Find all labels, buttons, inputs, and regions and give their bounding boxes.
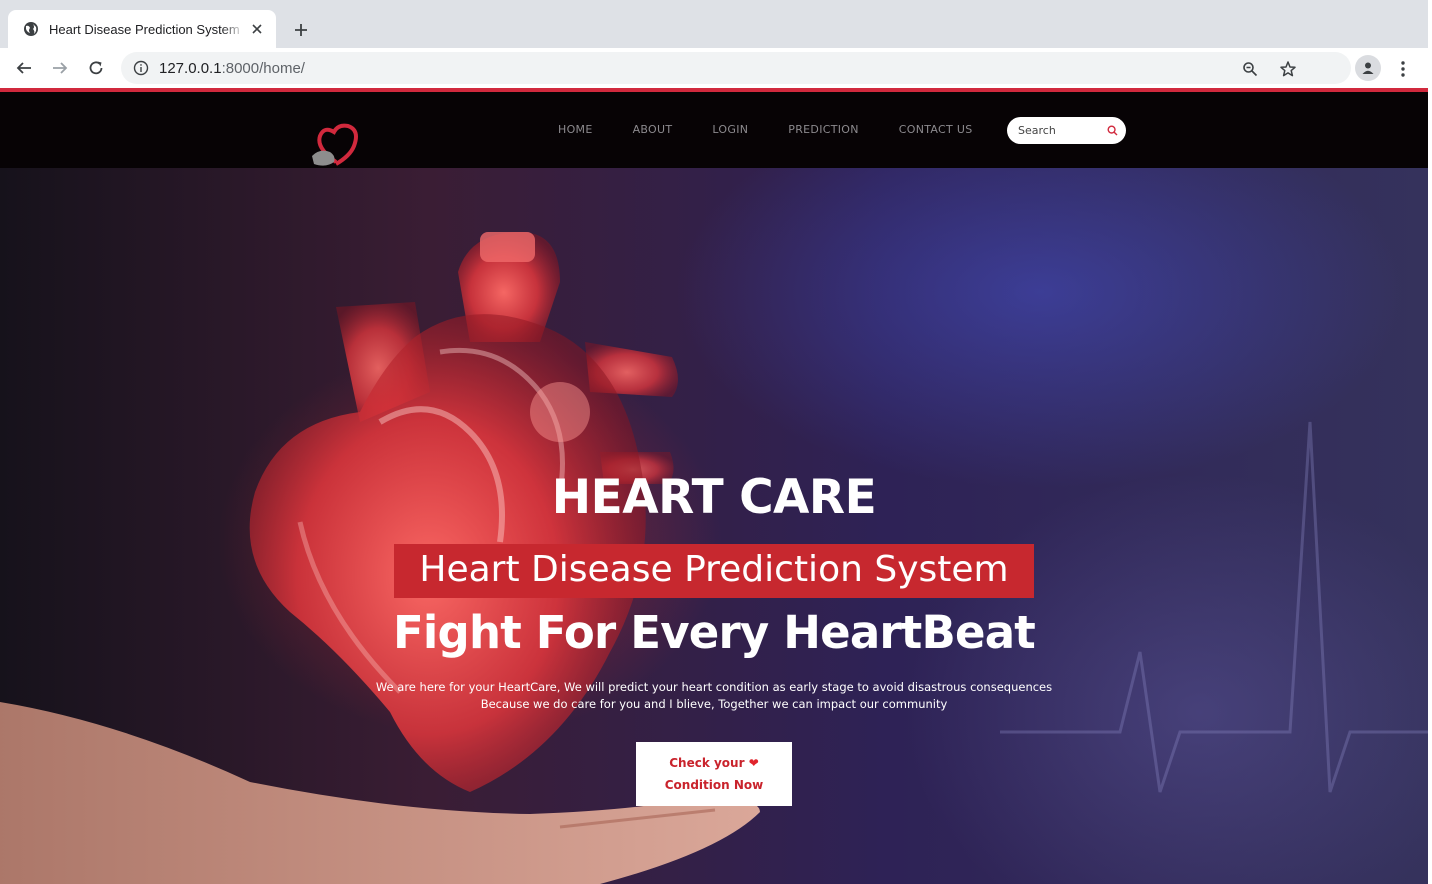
nav-prediction[interactable]: PREDICTION (788, 123, 858, 136)
info-icon[interactable] (132, 59, 150, 77)
browser-tab[interactable]: Heart Disease Prediction System (8, 10, 276, 48)
browser-toolbar: 127.0.0.1:8000/home/ (0, 48, 1428, 88)
globe-icon (22, 20, 40, 38)
nav-links: HOME ABOUT LOGIN PREDICTION CONTACT US (558, 123, 1012, 136)
hero-section: HOME ABOUT LOGIN PREDICTION CONTACT US H… (0, 92, 1428, 884)
site-navbar: HOME ABOUT LOGIN PREDICTION CONTACT US (0, 92, 1428, 168)
search-icon[interactable] (1106, 125, 1118, 137)
zoom-icon[interactable] (1239, 58, 1261, 80)
address-bar[interactable]: 127.0.0.1:8000/home/ (121, 52, 1351, 84)
star-icon[interactable] (1277, 58, 1299, 80)
hero-title: HEART CARE (551, 470, 877, 525)
hero-description-line: We are here for your HeartCare, We will … (375, 680, 1053, 694)
cta-line-1: Check your ❤ (669, 756, 759, 770)
forward-icon[interactable] (48, 56, 72, 80)
hero-tagline: Fight For Every HeartBeat (392, 606, 1036, 659)
hero-description: We are here for your HeartCare, We will … (0, 679, 1428, 713)
hero-description-line: Because we do care for you and I blieve,… (480, 697, 948, 711)
heart-icon: ❤ (748, 756, 759, 770)
nav-login[interactable]: LOGIN (712, 123, 748, 136)
plus-icon[interactable] (290, 19, 312, 41)
url-text: 127.0.0.1:8000/home/ (159, 59, 305, 77)
tab-title: Heart Disease Prediction System (49, 21, 240, 37)
heart-logo-icon[interactable] (306, 122, 366, 172)
hero-subtitle: Heart Disease Prediction System (419, 549, 1009, 590)
search-box (1007, 117, 1126, 144)
close-icon[interactable] (248, 20, 266, 38)
nav-home[interactable]: HOME (558, 123, 593, 136)
search-input[interactable] (1018, 124, 1102, 137)
reload-icon[interactable] (84, 56, 108, 80)
check-condition-button[interactable]: Check your ❤ Condition Now (636, 742, 792, 806)
cta-line-2: Condition Now (664, 778, 764, 792)
back-icon[interactable] (12, 56, 36, 80)
nav-contact-us[interactable]: CONTACT US (899, 123, 973, 136)
nav-about[interactable]: ABOUT (633, 123, 673, 136)
browser-tab-bar: Heart Disease Prediction System (0, 0, 1428, 48)
menu-icon[interactable] (1394, 58, 1412, 80)
avatar-icon[interactable] (1355, 55, 1381, 81)
